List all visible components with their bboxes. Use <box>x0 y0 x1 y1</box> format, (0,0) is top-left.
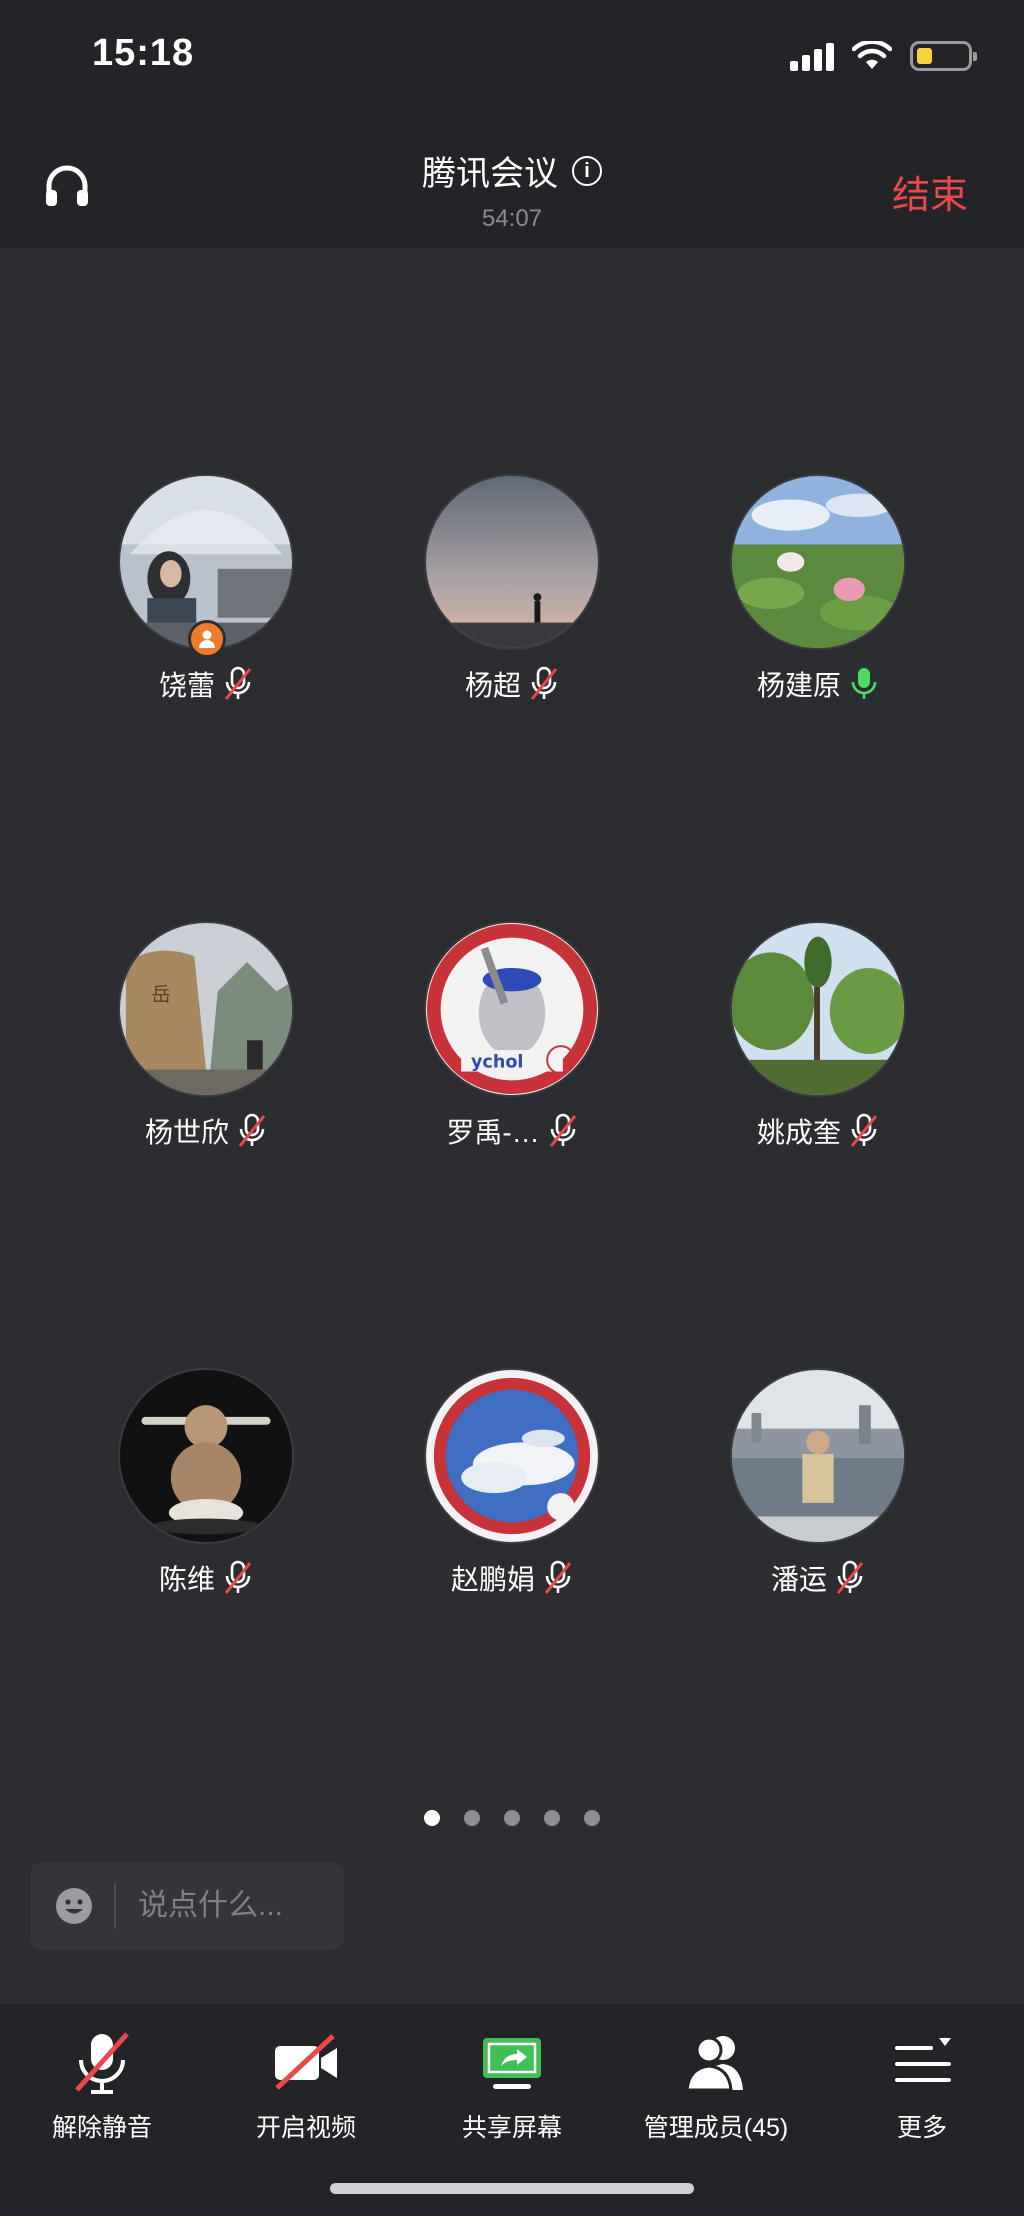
page-dot[interactable] <box>504 1810 520 1826</box>
members-icon <box>685 2036 743 2092</box>
participant-tile[interactable]: 姚成奎 <box>708 921 928 1151</box>
participant-tile[interactable]: 岳 杨世欣 <box>96 921 316 1151</box>
participant-name: 陈维 <box>158 1564 215 1595</box>
participant-name: 饶蕾 <box>158 670 215 701</box>
avatar: 岳 <box>118 921 294 1097</box>
svg-text:ychol: ychol <box>471 1053 523 1073</box>
info-icon[interactable]: i <box>572 155 602 186</box>
video-off-icon <box>275 2034 337 2090</box>
cellular-signal-icon <box>790 41 834 71</box>
unmute-button[interactable]: 解除静音 <box>2 2028 202 2144</box>
participant-name-row: 罗禹-… <box>402 1111 622 1151</box>
avatar <box>118 474 294 658</box>
battery-level <box>917 48 932 64</box>
page-dot[interactable] <box>464 1810 480 1826</box>
participant-tile[interactable]: 杨超 <box>402 474 622 704</box>
start-video-button[interactable]: 开启视频 <box>206 2028 406 2144</box>
participant-tile[interactable]: 饶蕾 <box>96 474 316 704</box>
host-badge-icon <box>188 620 226 658</box>
meeting-timer: 54:07 <box>481 205 543 232</box>
participant-name: 姚成奎 <box>756 1117 841 1148</box>
page-dot[interactable] <box>424 1810 440 1826</box>
system-icons <box>790 38 977 74</box>
participant-name: 罗禹-… <box>446 1117 540 1148</box>
manage-members-label: 管理成员(45) <box>643 2114 789 2142</box>
participant-name: 杨世欣 <box>144 1117 229 1148</box>
mic-muted-icon <box>549 1113 576 1147</box>
participant-name: 杨超 <box>464 670 521 701</box>
page-dot[interactable] <box>544 1810 560 1826</box>
participant-name-row: 潘运 <box>708 1558 928 1598</box>
wifi-icon <box>852 41 892 69</box>
page-indicator[interactable] <box>0 1810 1024 1826</box>
meeting-title-area: 腾讯会议 i 54:07 <box>0 146 1024 233</box>
avatar <box>728 921 908 1097</box>
participant-name-row: 杨超 <box>402 664 622 704</box>
more-label: 更多 <box>896 2114 947 2142</box>
participant-name: 赵鹏娟 <box>450 1564 535 1595</box>
dusk-silhouette-photo <box>424 474 600 650</box>
status-time: 15:18 <box>92 32 195 74</box>
stone-monument-photo: 岳 <box>118 921 294 1097</box>
avatar <box>424 1368 600 1544</box>
meeting-title[interactable]: 腾讯会议 i <box>422 146 602 195</box>
emoji-icon[interactable] <box>54 1886 94 1926</box>
lotus-photo <box>730 474 906 650</box>
participant-tile[interactable]: 杨建原 <box>708 474 928 704</box>
mic-muted-icon <box>75 2032 129 2094</box>
participant-name-row: 饶蕾 <box>96 664 316 704</box>
meeting-title-text: 腾讯会议 <box>422 155 558 193</box>
unmute-label: 解除静音 <box>51 2114 152 2142</box>
chat-divider <box>114 1883 116 1929</box>
mic-muted-icon <box>836 1560 864 1594</box>
trees-photo <box>728 921 908 1097</box>
battery-icon <box>910 41 977 71</box>
home-indicator[interactable] <box>330 2183 694 2194</box>
more-menu-icon <box>895 2038 951 2082</box>
page-dot[interactable] <box>584 1810 600 1826</box>
mic-muted-icon <box>224 666 252 700</box>
clouds-stamp-photo <box>424 1368 600 1544</box>
avatar: ychol <box>424 921 600 1097</box>
mic-muted-icon <box>530 666 558 700</box>
manage-members-button[interactable]: 管理成员(45) <box>616 2028 816 2144</box>
psychology-head-logo: ychol <box>424 921 600 1097</box>
more-button[interactable]: 更多 <box>822 2028 1022 2144</box>
participant-name: 潘运 <box>770 1564 827 1595</box>
mic-muted-icon <box>544 1560 572 1594</box>
mic-muted-icon <box>224 1560 252 1594</box>
mic-active-icon <box>851 668 877 699</box>
participant-tile[interactable]: 赵鹏娟 <box>402 1368 622 1598</box>
avatar <box>424 474 600 650</box>
participant-name-row: 陈维 <box>96 1558 316 1598</box>
bottom-toolbar: 解除静音 开启视频 共享屏幕 管理成员(45) 更多 <box>0 2004 1024 2216</box>
mic-muted-icon <box>850 1113 878 1147</box>
participant-tile[interactable]: 陈维 <box>96 1368 316 1598</box>
meeting-screen: 15:18 腾讯会议 i 54:07 结束 饶蕾 杨超 杨建原 岳 杨世欣 yc… <box>0 0 1024 2216</box>
participant-name-row: 杨建原 <box>708 664 928 704</box>
top-bar: 15:18 腾讯会议 i 54:07 结束 <box>0 0 1024 248</box>
avatar <box>118 1368 294 1544</box>
svg-text:岳: 岳 <box>151 983 171 1006</box>
share-screen-button[interactable]: 共享屏幕 <box>412 2028 612 2144</box>
participant-name: 杨建原 <box>756 670 841 701</box>
start-video-label: 开启视频 <box>255 2114 356 2142</box>
harbour-man-photo <box>730 1368 906 1544</box>
participant-name-row: 赵鹏娟 <box>402 1558 622 1598</box>
participant-tile[interactable]: 潘运 <box>708 1368 928 1598</box>
share-screen-icon <box>483 2038 541 2089</box>
participant-tile[interactable]: ychol 罗禹-… <box>402 921 622 1151</box>
avatar <box>730 1368 906 1544</box>
avatar <box>730 474 906 650</box>
end-meeting-button[interactable]: 结束 <box>892 164 968 219</box>
chat-input-bar[interactable] <box>30 1862 344 1950</box>
share-screen-label: 共享屏幕 <box>461 2114 562 2142</box>
chat-input[interactable] <box>138 1889 318 1923</box>
mic-muted-icon <box>238 1113 266 1147</box>
baby-statue-photo <box>118 1368 294 1544</box>
participant-name-row: 杨世欣 <box>96 1111 316 1151</box>
participant-name-row: 姚成奎 <box>708 1111 928 1151</box>
